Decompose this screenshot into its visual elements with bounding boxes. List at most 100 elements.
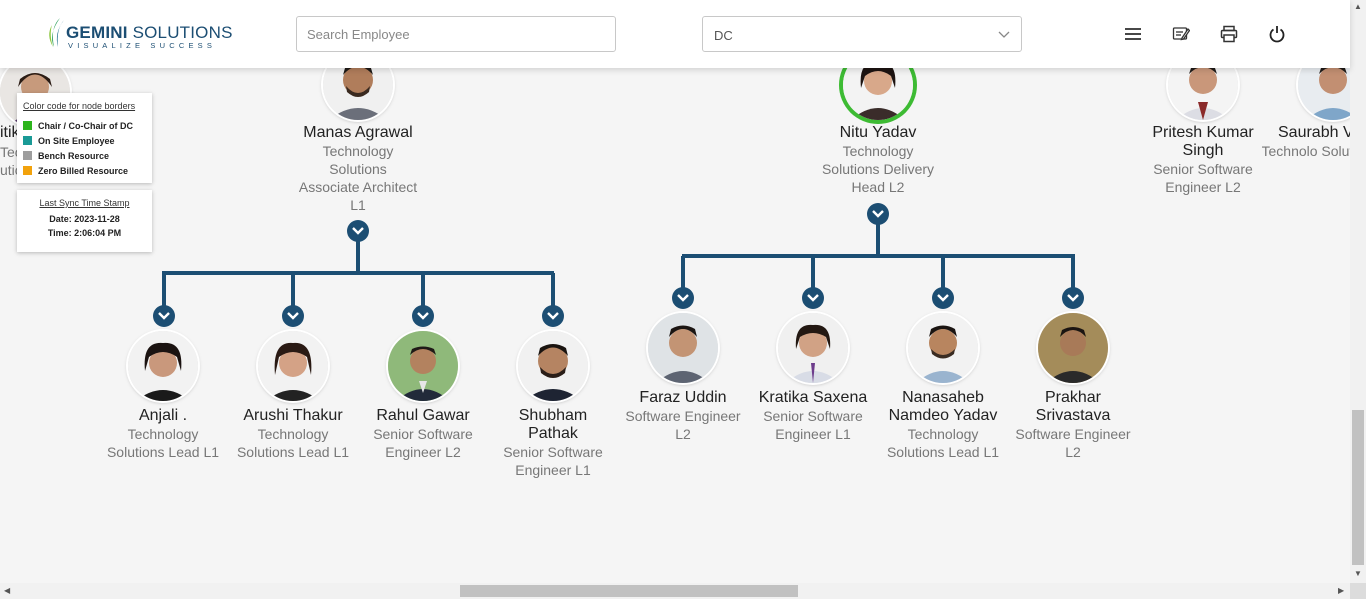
org-node-anjali[interactable]: Anjali . Technology Solutions Lead L1	[98, 407, 228, 461]
employee-name: Saurabh V	[1278, 124, 1350, 141]
org-node-shubham[interactable]: Shubham Pathak Senior Software Engineer …	[488, 407, 618, 479]
employee-title: Technology Solutions Lead L1	[236, 426, 350, 460]
employee-title: Software Engineer L2	[625, 408, 741, 442]
org-node-nanasaheb[interactable]: Nanasaheb Namdeo Yadav Technology Soluti…	[878, 389, 1008, 461]
employee-title: Technolo Solutions Le	[1262, 143, 1350, 159]
legend-label: Zero Billed Resource	[38, 166, 129, 176]
employee-name: Nitu Yadav	[839, 124, 917, 141]
employee-title: Technology Solutions Delivery Head L2	[821, 143, 935, 195]
chevron-down-icon	[872, 210, 884, 218]
employee-title: Senior Software Engineer L2	[1153, 161, 1253, 195]
avatar-nanasaheb[interactable]	[908, 313, 978, 383]
employee-name: Shubham Pathak	[518, 407, 588, 442]
employee-name: Manas Agrawal	[303, 124, 413, 141]
employee-name: Nanasaheb Namdeo Yadav	[888, 389, 998, 424]
legend-title: Color code for node borders	[23, 101, 136, 111]
employee-name: Prakhar Srivastava	[1035, 389, 1111, 424]
org-node-nitu[interactable]: Nitu Yadav Technology Solutions Delivery…	[813, 124, 943, 196]
node-border-legend: Color code for node borders Chair / Co-C…	[17, 93, 152, 183]
logo-text-rest: SOLUTIONS	[127, 23, 233, 42]
org-node-prakhar[interactable]: Prakhar Srivastava Software Engineer L2	[1008, 389, 1138, 461]
legend-label: Chair / Co-Chair of DC	[38, 121, 134, 131]
company-logo[interactable]: GEMINI SOLUTIONS VISUALIZE SUCCESS	[46, 17, 232, 51]
legend-item-bench: Bench Resource	[23, 151, 109, 161]
employee-title: Technology Solutions Lead L1	[106, 426, 220, 460]
avatar-kratika[interactable]	[778, 313, 848, 383]
org-node-faraz[interactable]: Faraz Uddin Software Engineer L2	[618, 389, 748, 443]
scroll-down-arrow-icon[interactable]: ▼	[1354, 570, 1362, 578]
employee-title: Senior Software Engineer L1	[763, 408, 863, 442]
legend-item-zero-billed: Zero Billed Resource	[23, 166, 128, 176]
menu-icon[interactable]	[1124, 25, 1142, 43]
employee-name: Anjali .	[138, 407, 188, 424]
employee-title: Technology Solutions Associate Architect…	[298, 143, 418, 213]
employee-title: Senior Software Engineer L1	[503, 444, 603, 478]
chevron-down-icon	[937, 294, 949, 302]
sync-timestamp-panel: Last Sync Time Stamp Date: 2023-11-28 Ti…	[17, 190, 152, 252]
employee-name: Pritesh Kumar Singh	[1152, 124, 1254, 159]
sync-time: Time: 2:06:04 PM	[47, 228, 122, 238]
org-node-rahul[interactable]: Rahul Gawar Senior Software Engineer L2	[358, 407, 488, 461]
org-node-saurabh[interactable]: Saurabh V Technolo Solutions Le	[1262, 124, 1350, 160]
top-header: GEMINI SOLUTIONS VISUALIZE SUCCESS DC	[0, 0, 1350, 68]
employee-title: Senior Software Engineer L2	[373, 426, 473, 460]
color-swatch	[23, 121, 32, 130]
dc-select-value: DC	[714, 28, 733, 43]
avatar-rahul[interactable]	[388, 331, 458, 401]
print-icon[interactable]	[1220, 25, 1238, 43]
chevron-down-icon	[998, 31, 1010, 38]
dc-select[interactable]: DC	[702, 16, 1022, 52]
scrollbar-corner	[1350, 583, 1366, 599]
scroll-left-arrow-icon[interactable]: ◀	[4, 587, 10, 595]
chevron-down-icon	[287, 312, 299, 320]
legend-item-onsite: On Site Employee	[23, 136, 115, 146]
org-node-kratika[interactable]: Kratika Saxena Senior Software Engineer …	[748, 389, 878, 443]
expand-toggle-faraz[interactable]	[672, 287, 694, 309]
employee-name: Rahul Gawar	[376, 407, 470, 424]
scroll-right-arrow-icon[interactable]: ▶	[1338, 587, 1344, 595]
expand-toggle-prakhar[interactable]	[1062, 287, 1084, 309]
chevron-down-icon	[1067, 294, 1079, 302]
logo-text: GEMINI SOLUTIONS	[66, 23, 233, 43]
employee-name: Kratika Saxena	[758, 389, 868, 406]
chevron-down-icon	[352, 227, 364, 235]
employee-name: Arushi Thakur	[243, 407, 343, 424]
org-node-pritesh[interactable]: Pritesh Kumar Singh Senior Software Engi…	[1138, 124, 1268, 196]
employee-title: Technology Solutions Lead L1	[886, 426, 1000, 460]
expand-toggle-nanasaheb[interactable]	[932, 287, 954, 309]
avatar-anjali[interactable]	[128, 331, 198, 401]
color-swatch	[23, 136, 32, 145]
logo-tagline: VISUALIZE SUCCESS	[68, 41, 217, 50]
expand-toggle-kratika[interactable]	[802, 287, 824, 309]
chevron-down-icon	[807, 294, 819, 302]
scroll-up-arrow-icon[interactable]: ▲	[1354, 3, 1362, 11]
employee-title: Software Engineer L2	[1015, 426, 1131, 460]
avatar-arushi[interactable]	[258, 331, 328, 401]
avatar-prakhar[interactable]	[1038, 313, 1108, 383]
power-icon[interactable]	[1268, 25, 1286, 43]
expand-toggle-rahul[interactable]	[412, 305, 434, 327]
avatar-shubham[interactable]	[518, 331, 588, 401]
chevron-down-icon	[677, 294, 689, 302]
expand-toggle-shubham[interactable]	[542, 305, 564, 327]
org-node-arushi[interactable]: Arushi Thakur Technology Solutions Lead …	[228, 407, 358, 461]
sync-title: Last Sync Time Stamp	[39, 198, 130, 208]
employee-name: Faraz Uddin	[639, 389, 727, 406]
avatar-faraz[interactable]	[648, 313, 718, 383]
legend-label: Bench Resource	[38, 151, 110, 161]
vertical-scroll-thumb[interactable]	[1352, 410, 1364, 565]
chevron-down-icon	[417, 312, 429, 320]
color-swatch	[23, 151, 32, 160]
expand-toggle-anjali[interactable]	[153, 305, 175, 327]
expand-toggle-manas[interactable]	[347, 220, 369, 242]
expand-toggle-arushi[interactable]	[282, 305, 304, 327]
feedback-icon[interactable]	[1172, 25, 1190, 43]
logo-text-bold: GEMINI	[66, 23, 128, 42]
expand-toggle-nitu[interactable]	[867, 203, 889, 225]
org-node-manas[interactable]: Manas Agrawal Technology Solutions Assoc…	[293, 124, 423, 214]
leaf-logo-icon	[49, 18, 64, 47]
search-employee-input[interactable]	[296, 16, 616, 52]
legend-label: On Site Employee	[38, 136, 115, 146]
chevron-down-icon	[547, 312, 559, 320]
horizontal-scroll-thumb[interactable]	[460, 585, 798, 597]
